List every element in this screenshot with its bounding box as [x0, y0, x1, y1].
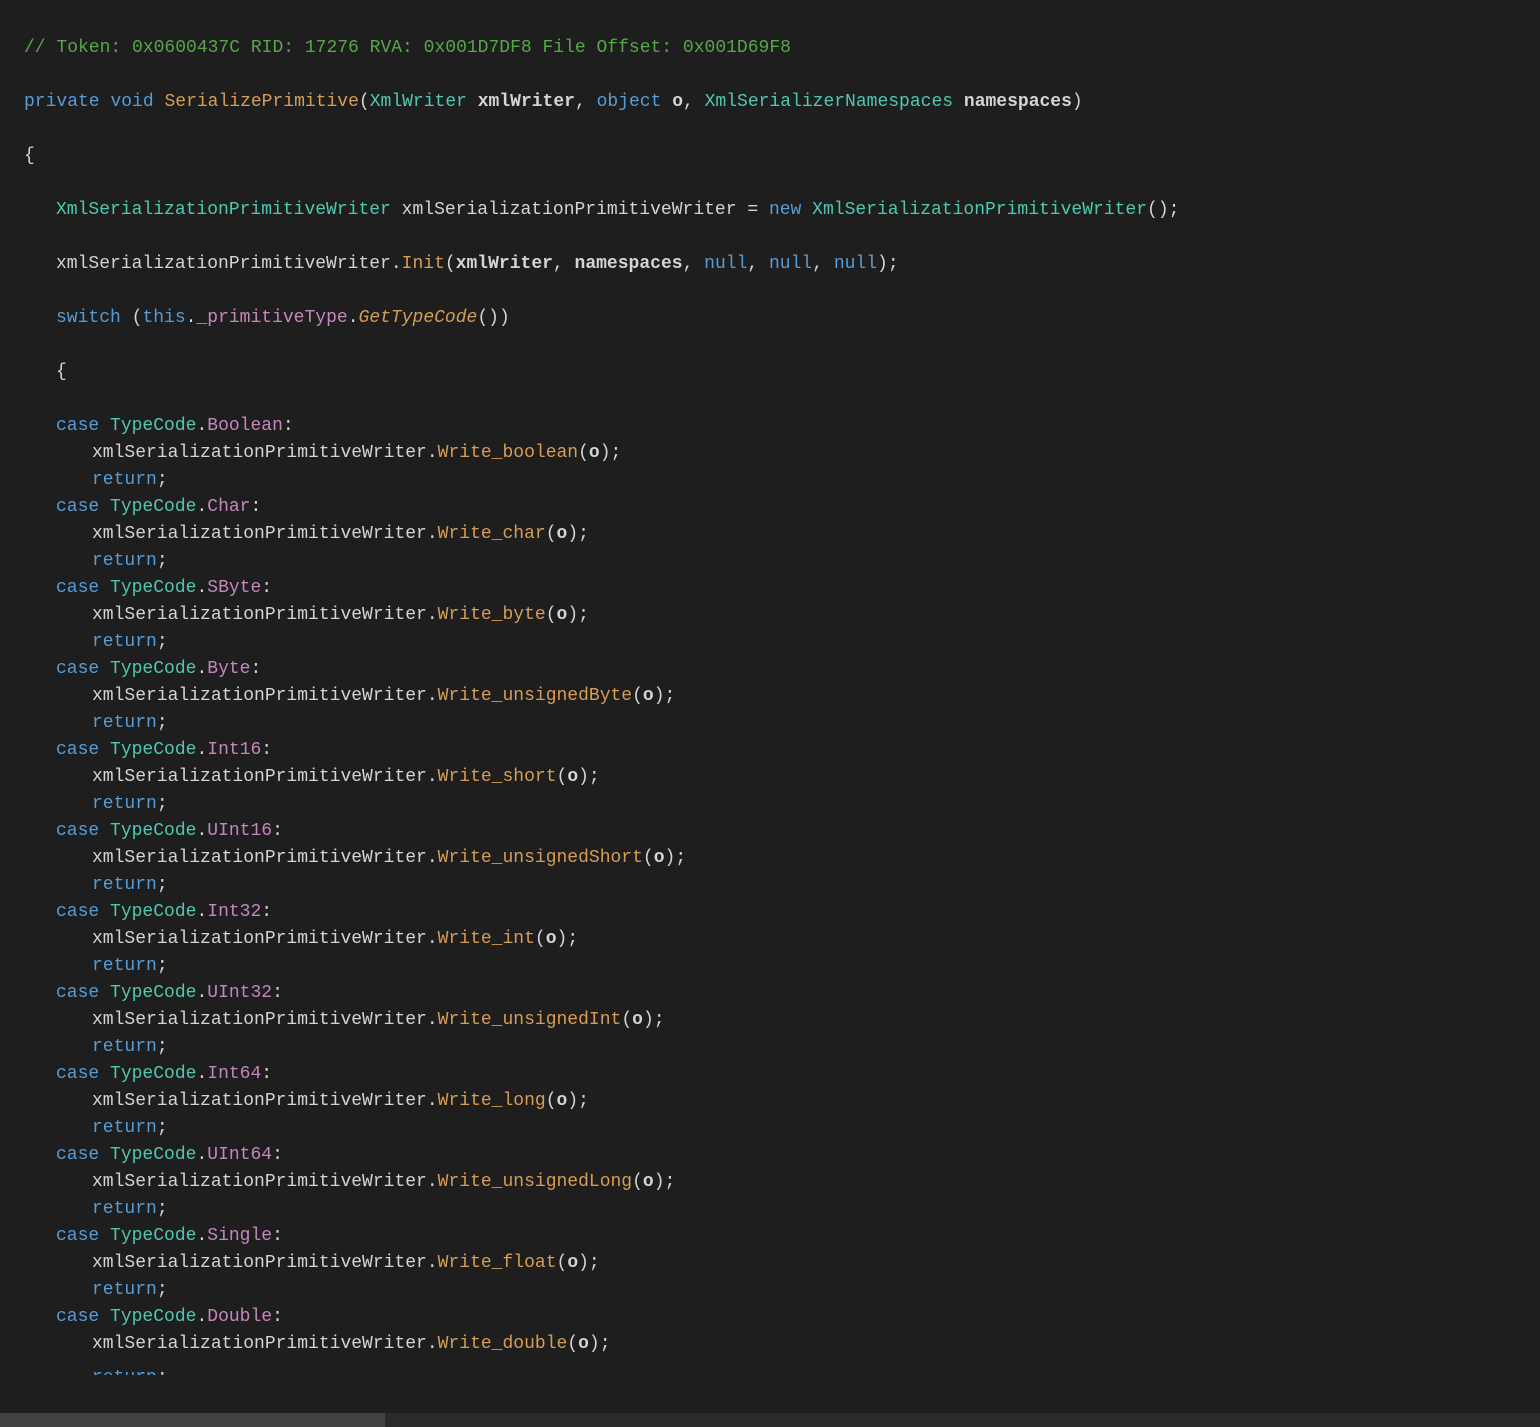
code-line-call: xmlSerializationPrimitiveWriter.Write_fl… [20, 1250, 1540, 1277]
code-line-case: case TypeCode.SByte: [20, 575, 1540, 602]
code-line-call: xmlSerializationPrimitiveWriter.Write_un… [20, 845, 1540, 872]
code-line: xmlSerializationPrimitiveWriter.Init(xml… [20, 251, 1540, 278]
code-line-call: xmlSerializationPrimitiveWriter.Write_by… [20, 602, 1540, 629]
code-line-signature: private void SerializePrimitive(XmlWrite… [20, 89, 1540, 116]
code-line-brace: { [20, 143, 1540, 170]
code-line: switch (this._primitiveType.GetTypeCode(… [20, 305, 1540, 332]
code-line-brace: { [20, 359, 1540, 386]
method-name: SerializePrimitive [164, 92, 358, 112]
code-line-call: xmlSerializationPrimitiveWriter.Write_ch… [20, 521, 1540, 548]
code-line-call: xmlSerializationPrimitiveWriter.Write_un… [20, 683, 1540, 710]
code-line: XmlSerializationPrimitiveWriter xmlSeria… [20, 197, 1540, 224]
code-line-return: return; [20, 1034, 1540, 1061]
scrollbar-thumb[interactable] [0, 1413, 385, 1427]
code-line-case: case TypeCode.Boolean: [20, 413, 1540, 440]
code-line-return: return; [20, 710, 1540, 737]
code-line-case: case TypeCode.UInt64: [20, 1142, 1540, 1169]
code-editor[interactable]: // Token: 0x0600437C RID: 17276 RVA: 0x0… [0, 0, 1540, 1393]
horizontal-scrollbar[interactable] [0, 1413, 1540, 1427]
code-line-call: xmlSerializationPrimitiveWriter.Write_in… [20, 926, 1540, 953]
code-line-return: return; [20, 1196, 1540, 1223]
code-line-return: return; [20, 467, 1540, 494]
code-line-return: return; [20, 1115, 1540, 1142]
code-line-return: return; [20, 872, 1540, 899]
code-line-call: xmlSerializationPrimitiveWriter.Write_lo… [20, 1088, 1540, 1115]
code-line-call: xmlSerializationPrimitiveWriter.Write_un… [20, 1169, 1540, 1196]
code-line-return: return; [20, 791, 1540, 818]
code-line-case: case TypeCode.Byte: [20, 656, 1540, 683]
code-line-case: case TypeCode.Int16: [20, 737, 1540, 764]
code-line-case: case TypeCode.Char: [20, 494, 1540, 521]
code-line-call: xmlSerializationPrimitiveWriter.Write_sh… [20, 764, 1540, 791]
code-line-case: case TypeCode.Double: [20, 1304, 1540, 1331]
code-line-call: xmlSerializationPrimitiveWriter.Write_bo… [20, 440, 1540, 467]
code-line-case: case TypeCode.Int64: [20, 1061, 1540, 1088]
code-line-return: return; [20, 548, 1540, 575]
code-line-return: return; [20, 953, 1540, 980]
code-line-case: case TypeCode.Single: [20, 1223, 1540, 1250]
code-line-call: xmlSerializationPrimitiveWriter.Write_un… [20, 1007, 1540, 1034]
code-line-case: case TypeCode.UInt32: [20, 980, 1540, 1007]
code-line-comment: // Token: 0x0600437C RID: 17276 RVA: 0x0… [20, 35, 1540, 62]
code-line-return-partial: return; [20, 1365, 168, 1375]
code-line-return: return; [20, 629, 1540, 656]
code-line-return: return; [20, 1277, 1540, 1304]
code-line-call: xmlSerializationPrimitiveWriter.Write_do… [20, 1331, 1540, 1358]
code-line-case: case TypeCode.UInt16: [20, 818, 1540, 845]
token-comment: // Token: 0x0600437C RID: 17276 RVA: 0x0… [24, 38, 791, 58]
code-line-case: case TypeCode.Int32: [20, 899, 1540, 926]
